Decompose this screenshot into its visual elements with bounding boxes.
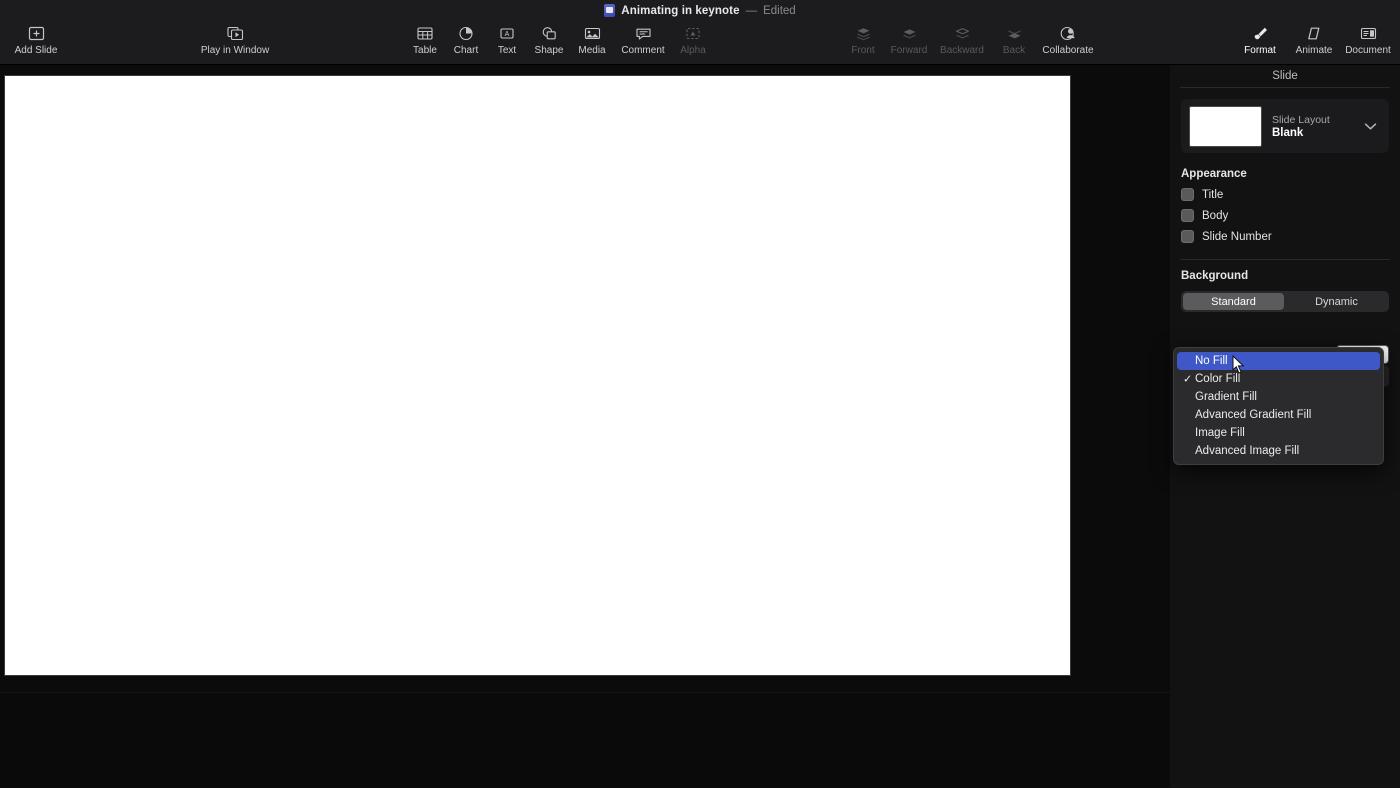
appearance-option-title[interactable]: Title xyxy=(1181,188,1400,201)
chevron-down-icon[interactable] xyxy=(1364,122,1377,131)
menu-item-gradient-fill[interactable]: Gradient Fill xyxy=(1177,388,1380,406)
keynote-document-icon xyxy=(604,4,616,17)
edit-state-label: Edited xyxy=(763,4,796,17)
toolbar-alpha-label: Alpha xyxy=(680,45,706,56)
shape-icon xyxy=(541,24,557,43)
collaborate-icon xyxy=(1059,24,1077,43)
background-section-title: Background xyxy=(1181,270,1249,282)
menu-item-color-fill[interactable]: ✓ Color Fill xyxy=(1177,370,1380,388)
play-window-icon xyxy=(226,24,244,43)
svg-text:A: A xyxy=(505,31,510,38)
window-title-bar: Animating in keynote — Edited xyxy=(0,0,1400,21)
checkbox-body[interactable] xyxy=(1181,209,1194,222)
toolbar-add-slide-label: Add Slide xyxy=(14,45,58,56)
segment-standard[interactable]: Standard xyxy=(1183,293,1284,310)
segment-dynamic[interactable]: Dynamic xyxy=(1286,293,1387,310)
title-dash: — xyxy=(745,4,758,17)
animate-icon xyxy=(1305,24,1323,43)
toolbar-back-label: Back xyxy=(1002,45,1026,56)
appearance-divider xyxy=(1180,259,1390,260)
appearance-option-slide-number[interactable]: Slide Number xyxy=(1181,230,1400,243)
comment-icon xyxy=(635,24,652,43)
menu-item-color-fill-label: Color Fill xyxy=(1195,373,1241,385)
checkbox-slide-number[interactable] xyxy=(1181,230,1194,243)
presenter-notes-pane[interactable] xyxy=(0,693,1170,788)
toolbar-add-slide[interactable]: Add Slide xyxy=(0,24,72,57)
menu-item-gradient-fill-label: Gradient Fill xyxy=(1195,391,1257,403)
toolbar-front-label: Front xyxy=(851,45,875,56)
add-slide-icon xyxy=(28,24,45,43)
keynote-window: Animating in keynote — Edited Add Slide … xyxy=(0,0,1400,788)
media-icon xyxy=(584,24,601,43)
toolbar-document-label: Document xyxy=(1345,45,1391,56)
slide-layout-texts: Slide Layout Blank xyxy=(1272,114,1354,139)
menu-item-advanced-image-fill[interactable]: Advanced Image Fill xyxy=(1177,442,1380,460)
bring-front-icon xyxy=(855,24,872,43)
inspector-header-divider xyxy=(1180,87,1390,88)
toolbar-play-in-window-label: Play in Window xyxy=(200,45,270,56)
menu-item-advanced-gradient-fill[interactable]: Advanced Gradient Fill xyxy=(1177,406,1380,424)
slide-layout-button[interactable]: Slide Layout Blank xyxy=(1181,99,1389,153)
menu-item-advanced-image-fill-label: Advanced Image Fill xyxy=(1195,445,1300,457)
slide-canvas-area[interactable] xyxy=(0,65,1170,692)
toolbar-collaborate[interactable]: Collaborate xyxy=(1032,24,1104,57)
toolbar-collaborate-label: Collaborate xyxy=(1042,45,1094,56)
alpha-icon xyxy=(685,24,701,43)
toolbar-animate-label: Animate xyxy=(1295,45,1333,56)
toolbar-document[interactable]: Document xyxy=(1332,24,1400,57)
appearance-section-title: Appearance xyxy=(1181,168,1247,180)
fill-type-dropdown-menu: No Fill ✓ Color Fill Gradient Fill Advan… xyxy=(1173,347,1384,465)
checkbox-title[interactable] xyxy=(1181,188,1194,201)
menu-item-no-fill[interactable]: No Fill xyxy=(1177,352,1380,370)
document-title: Animating in keynote xyxy=(621,4,740,17)
toolbar-play-in-window[interactable]: Play in Window xyxy=(199,24,271,57)
main-toolbar: Add Slide Play in Window Table Chart A T… xyxy=(0,21,1400,65)
menu-item-no-fill-label: No Fill xyxy=(1195,355,1228,367)
appearance-option-body-label: Body xyxy=(1202,209,1229,222)
format-brush-icon xyxy=(1252,24,1269,43)
slide-layout-value: Blank xyxy=(1272,126,1304,139)
background-mode-segmented-control[interactable]: Standard Dynamic xyxy=(1181,291,1389,312)
menu-item-advanced-gradient-fill-label: Advanced Gradient Fill xyxy=(1195,409,1312,421)
menu-item-image-fill-label: Image Fill xyxy=(1195,427,1245,439)
appearance-option-body[interactable]: Body xyxy=(1181,209,1400,222)
slide-layout-thumbnail xyxy=(1189,105,1262,147)
toolbar-media-label: Media xyxy=(578,45,606,56)
slide-canvas[interactable] xyxy=(5,76,1070,675)
appearance-option-title-label: Title xyxy=(1202,188,1224,201)
toolbar-alpha[interactable]: Alpha xyxy=(657,24,729,57)
appearance-option-slide-number-label: Slide Number xyxy=(1202,230,1272,243)
send-back-icon xyxy=(1006,24,1023,43)
bring-forward-icon xyxy=(901,24,918,43)
menu-item-image-fill[interactable]: Image Fill xyxy=(1177,424,1380,442)
send-backward-icon xyxy=(954,24,971,43)
toolbar-forward-label: Forward xyxy=(890,45,928,56)
document-icon xyxy=(1360,24,1377,43)
checkmark-icon: ✓ xyxy=(1183,373,1193,386)
inspector-title: Slide xyxy=(1272,70,1298,82)
slide-layout-caption: Slide Layout xyxy=(1272,113,1330,126)
toolbar-format-label: Format xyxy=(1244,45,1276,56)
